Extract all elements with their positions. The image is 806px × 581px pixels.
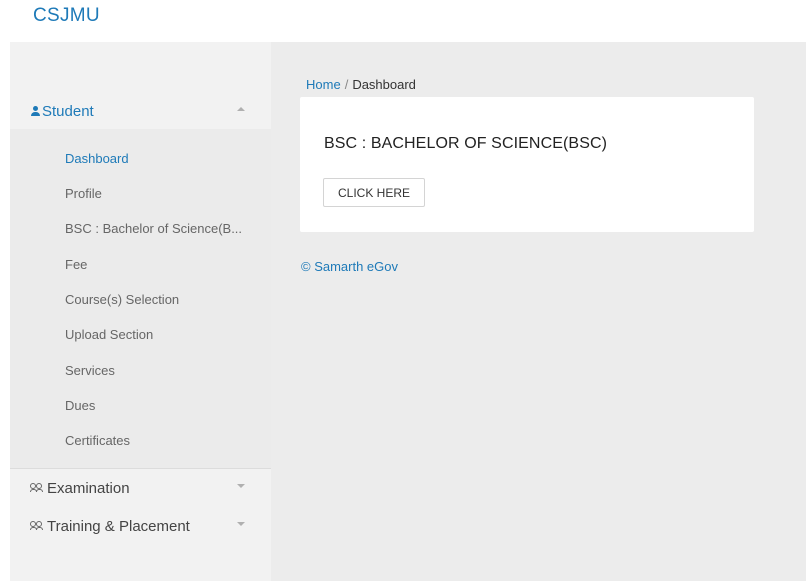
- sidebar-item-services[interactable]: Services: [65, 363, 115, 378]
- caret-up-icon: [237, 107, 245, 111]
- sidebar-menu-examination[interactable]: Examination: [10, 470, 271, 506]
- sidebar-menu-training-label: Training & Placement: [47, 517, 190, 535]
- sidebar-menu-student[interactable]: Student: [10, 93, 271, 129]
- breadcrumb-home-link[interactable]: Home: [306, 77, 341, 92]
- student-submenu: Dashboard Profile BSC : Bachelor of Scie…: [10, 129, 271, 469]
- caret-down-icon: [237, 522, 245, 526]
- sidebar-menu-training-placement[interactable]: Training & Placement: [10, 508, 271, 544]
- sidebar-item-profile[interactable]: Profile: [65, 186, 102, 201]
- sidebar-menu-student-label: Student: [42, 102, 94, 120]
- sidebar-item-dashboard[interactable]: Dashboard: [65, 151, 129, 166]
- sidebar-item-certificates[interactable]: Certificates: [65, 433, 130, 448]
- program-card: BSC : BACHELOR OF SCIENCE(BSC) CLICK HER…: [300, 97, 754, 232]
- brand-logo-text[interactable]: CSJMU: [33, 5, 100, 27]
- sidebar-item-fee[interactable]: Fee: [65, 257, 87, 272]
- program-title: BSC : BACHELOR OF SCIENCE(BSC): [324, 135, 608, 152]
- footer-copyright-link[interactable]: © Samarth eGov: [301, 259, 398, 274]
- breadcrumb-separator: /: [344, 77, 349, 92]
- sidebar-item-upload-section[interactable]: Upload Section: [65, 327, 153, 342]
- caret-down-icon: [237, 484, 245, 488]
- group-icon: [30, 521, 46, 531]
- sidebar-item-course-selection[interactable]: Course(s) Selection: [65, 292, 179, 307]
- group-icon: [30, 483, 46, 493]
- person-icon: [30, 105, 41, 117]
- sidebar: Student Dashboard Profile BSC : Bachelor…: [10, 42, 271, 581]
- click-here-button[interactable]: CLICK HERE: [323, 178, 425, 207]
- sidebar-menu-examination-label: Examination: [47, 479, 130, 497]
- sidebar-item-bsc[interactable]: BSC : Bachelor of Science(B...: [65, 221, 242, 236]
- breadcrumb: Home / Dashboard: [306, 77, 416, 92]
- sidebar-item-dues[interactable]: Dues: [65, 398, 95, 413]
- breadcrumb-current: Dashboard: [352, 77, 416, 92]
- top-header: CSJMU: [0, 0, 806, 42]
